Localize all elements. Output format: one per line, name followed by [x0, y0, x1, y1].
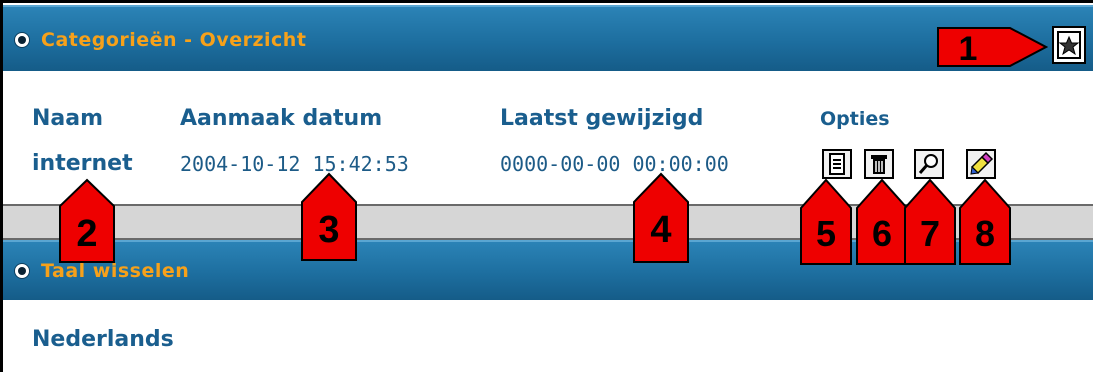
overview-section-bar: Categorieën - Overzicht	[3, 5, 1093, 71]
add-category-icon	[1057, 31, 1081, 59]
edit-button[interactable]	[822, 149, 852, 179]
callout-2: 2	[59, 178, 115, 263]
svg-text:7: 7	[920, 213, 940, 254]
callout-8: 8	[959, 178, 1011, 265]
add-category-button[interactable]	[1052, 26, 1086, 64]
svg-text:2: 2	[76, 213, 97, 255]
language-option-nederlands[interactable]: Nederlands	[32, 327, 174, 352]
delete-button[interactable]	[864, 149, 894, 179]
svg-text:8: 8	[975, 213, 995, 254]
callout-6: 6	[856, 178, 908, 265]
magnifier-icon	[918, 154, 938, 174]
callout-1: 1	[937, 27, 1048, 68]
svg-text:5: 5	[816, 213, 836, 254]
bullet-icon	[14, 32, 30, 48]
svg-text:1: 1	[959, 30, 978, 68]
overview-section-title: Categorieën - Overzicht	[41, 29, 307, 51]
header-options: Opties	[820, 108, 890, 130]
svg-text:3: 3	[318, 209, 339, 251]
svg-text:6: 6	[872, 213, 892, 254]
category-name-link[interactable]: internet	[32, 151, 133, 176]
rename-button[interactable]	[966, 149, 996, 179]
trash-icon	[871, 155, 887, 174]
callout-7: 7	[904, 178, 956, 265]
header-modified: Laatst gewijzigd	[500, 106, 704, 131]
header-name: Naam	[32, 106, 104, 131]
view-button[interactable]	[914, 149, 944, 179]
bullet-icon	[14, 263, 30, 279]
callout-3: 3	[301, 172, 357, 261]
modified-date: 0000-00-00 00:00:00	[500, 152, 729, 176]
created-date: 2004-10-12 15:42:53	[180, 152, 409, 176]
callout-4: 4	[633, 172, 689, 263]
header-created: Aanmaak datum	[180, 106, 383, 131]
pencil-eraser-icon	[970, 151, 994, 175]
callout-5: 5	[800, 178, 852, 265]
edit-document-icon	[829, 153, 845, 175]
svg-text:4: 4	[650, 209, 671, 251]
